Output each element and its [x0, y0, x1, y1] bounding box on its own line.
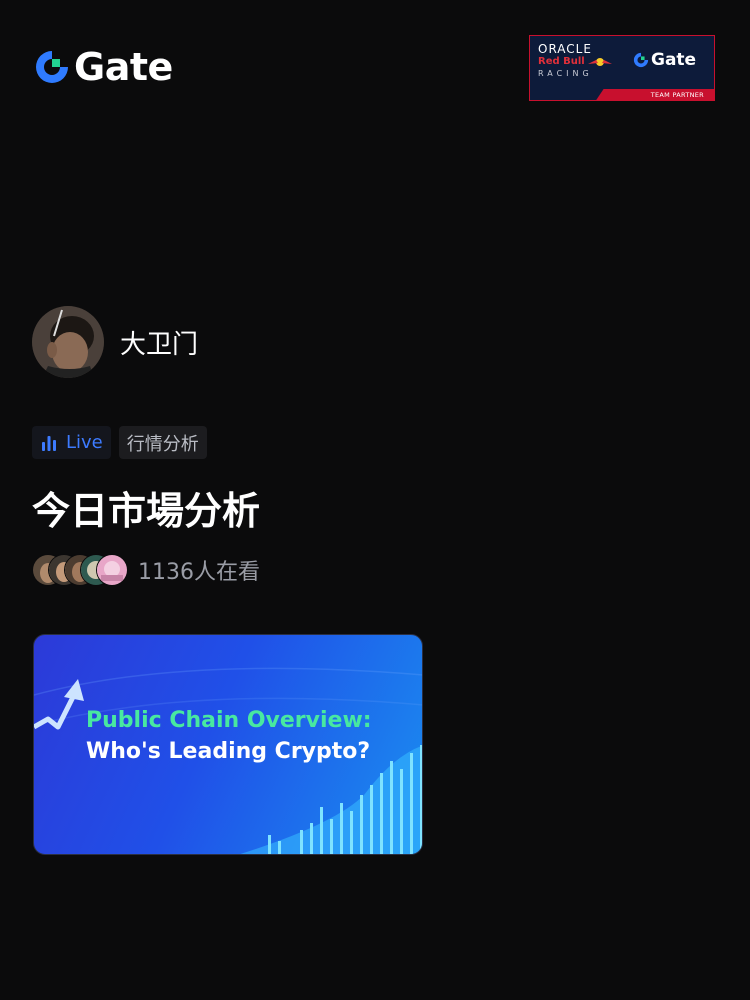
viewer-avatars: [32, 554, 128, 586]
host-info[interactable]: 大卫门: [32, 306, 198, 378]
redbull-text: Red Bull: [538, 56, 585, 67]
category-tag[interactable]: 行情分析: [118, 426, 207, 459]
banner-headline-1: Public Chain Overview:: [86, 708, 372, 733]
category-label: 行情分析: [126, 433, 199, 455]
live-label: Live: [66, 432, 103, 453]
gate-logo[interactable]: Gate: [34, 48, 173, 86]
team-partner-badge: ORACLE Red Bull RACING Gate TEAM PARTNER: [529, 35, 715, 101]
redbull-racing-mark: ORACLE Red Bull RACING: [538, 42, 618, 80]
host-name: 大卫门: [120, 329, 199, 360]
gate-logo-text: Gate: [74, 45, 173, 89]
viewer-count: 1136人在看: [138, 560, 260, 585]
team-partner-text: TEAM PARTNER: [650, 91, 704, 99]
viewer-avatar: [96, 554, 128, 586]
live-badge: Live: [32, 426, 111, 459]
stream-cover-banner[interactable]: Public Chain Overview: Who's Leading Cry…: [33, 634, 423, 855]
host-avatar[interactable]: [32, 306, 104, 378]
bar-chart-icon: [42, 435, 56, 451]
viewer-info: 1136人在看: [32, 554, 260, 586]
gate-logo-icon: [633, 52, 649, 68]
stream-title: 今日市場分析: [32, 489, 261, 533]
oracle-text: ORACLE: [538, 42, 592, 56]
bull-icon: [587, 58, 612, 66]
racing-text: RACING: [538, 69, 593, 78]
live-stream-page: Gate ORACLE Red Bull RACING Gate TEAM PA…: [0, 0, 750, 1000]
stream-tags: Live 行情分析: [32, 426, 207, 459]
banner-headline-2: Who's Leading Crypto?: [86, 739, 371, 764]
gate-logo-icon: [36, 51, 68, 83]
partner-gate-logo: Gate: [633, 50, 696, 70]
partner-gate-text: Gate: [651, 50, 697, 70]
